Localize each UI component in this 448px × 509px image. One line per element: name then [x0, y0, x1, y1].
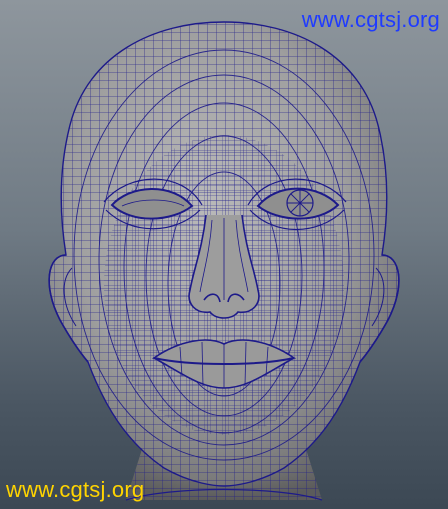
watermark-bottom: www.cgtsj.org: [6, 477, 145, 502]
head-wireframe-model[interactable]: [0, 0, 448, 509]
watermark-top: www.cgtsj.org: [301, 7, 440, 32]
3d-viewport[interactable]: www.cgtsj.org www.cgtsj.org: [0, 0, 448, 509]
